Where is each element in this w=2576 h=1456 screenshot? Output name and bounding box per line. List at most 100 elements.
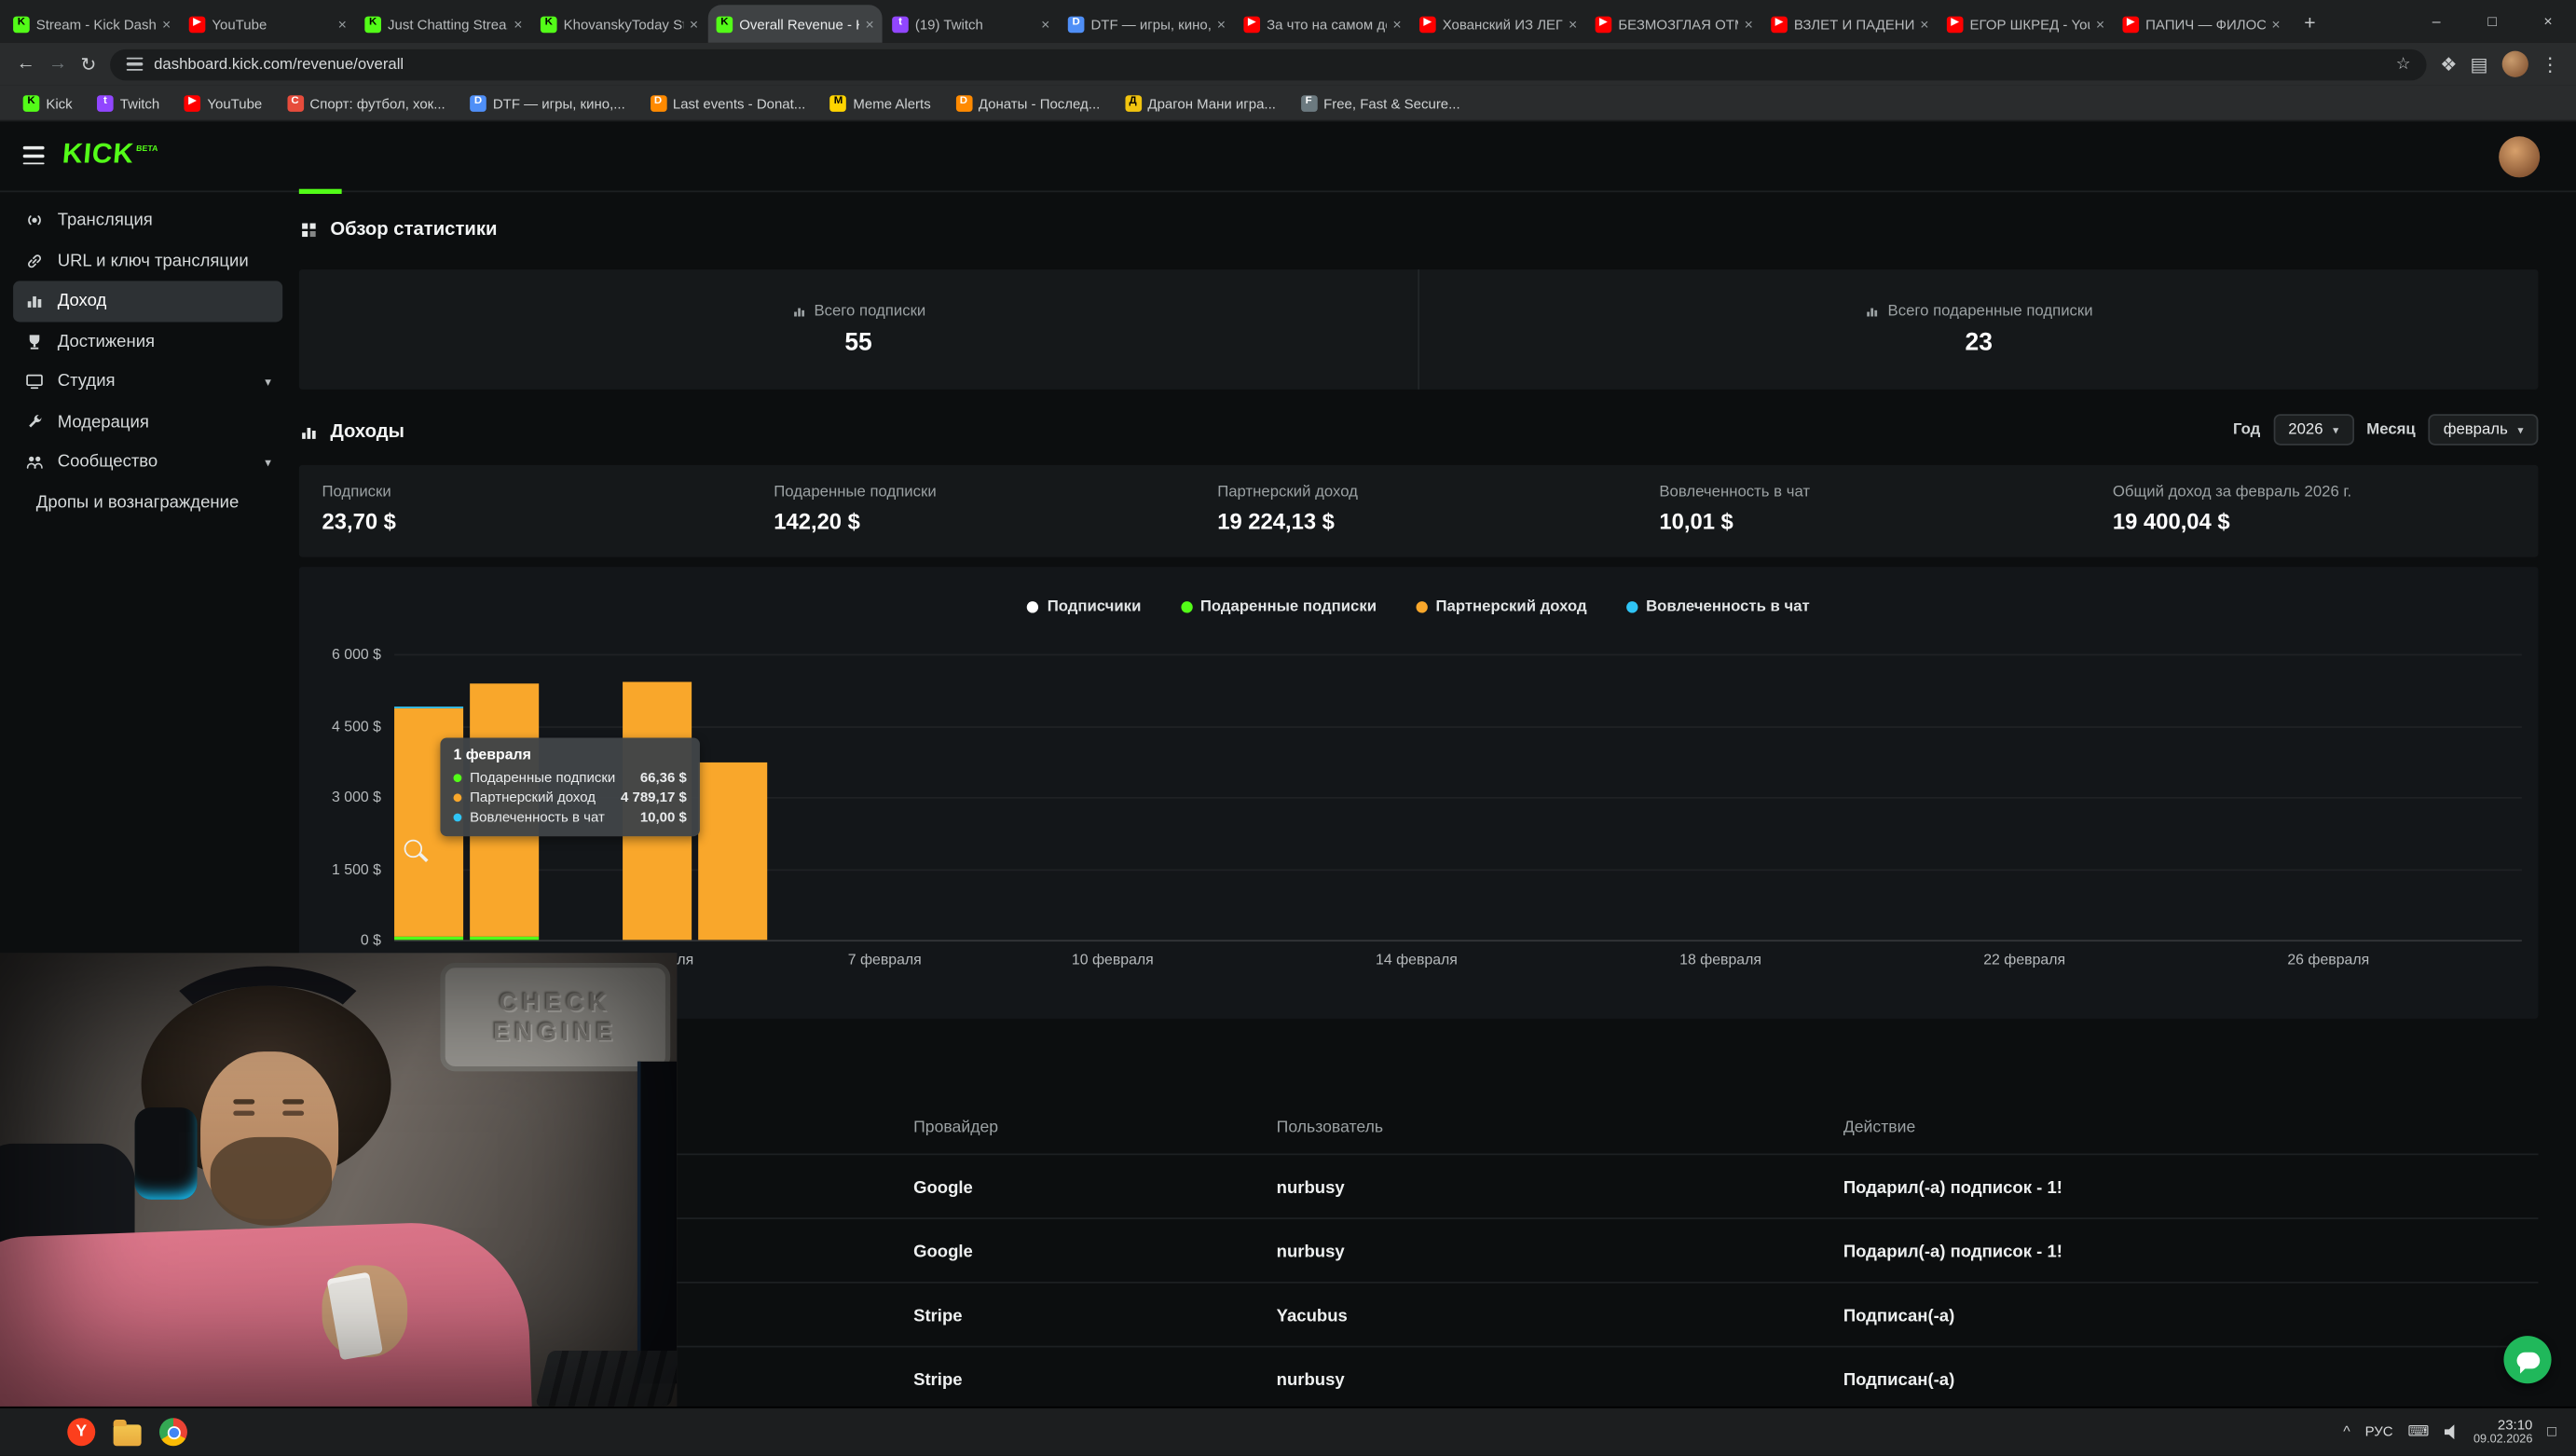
yandex-browser-icon[interactable]: Y: [67, 1418, 95, 1446]
table-cell: Подарил(-а) подписок - 1!: [1843, 1178, 2062, 1198]
extensions-icon[interactable]: ❖: [2440, 52, 2457, 76]
tab-close-icon[interactable]: ×: [162, 16, 171, 33]
browser-profile-avatar[interactable]: [2501, 51, 2528, 77]
forward-button[interactable]: →: [48, 54, 67, 74]
bookmark-item[interactable]: ДДрагон Мани игра...: [1115, 91, 1285, 115]
tab-close-icon[interactable]: ×: [1920, 16, 1928, 33]
chevron-down-icon: ▾: [2517, 423, 2523, 436]
legend-item[interactable]: Партнерский доход: [1416, 598, 1586, 616]
chat-widget-button[interactable]: [2503, 1336, 2551, 1383]
legend-item[interactable]: Вовлеченность в чат: [1626, 598, 1810, 616]
address-bar[interactable]: dashboard.kick.com/revenue/overall ☆: [109, 48, 2427, 79]
kick-logo[interactable]: KICKBETA: [61, 138, 158, 171]
tab-close-icon[interactable]: ×: [514, 16, 522, 33]
tab-close-icon[interactable]: ×: [1041, 16, 1049, 33]
bookmark-item[interactable]: DDTF — игры, кино,...: [460, 91, 636, 115]
chart-bar[interactable]: [471, 936, 540, 940]
browser-tab[interactable]: ▶Хованский ИЗ ЛЕГ...×: [1411, 5, 1585, 43]
browser-menu-icon[interactable]: ⋮: [2541, 52, 2559, 76]
tab-close-icon[interactable]: ×: [1392, 16, 1401, 33]
reload-button[interactable]: ↻: [80, 52, 96, 76]
browser-tab[interactable]: t(19) Twitch×: [884, 5, 1058, 43]
sidebar-item[interactable]: Трансляция: [13, 200, 282, 240]
browser-tab[interactable]: ▶ЕГОР ШКРЕД - You...×: [1939, 5, 2113, 43]
legend-item[interactable]: Подаренные подписки: [1181, 598, 1377, 616]
side-panel-icon[interactable]: ▤: [2471, 52, 2488, 76]
tab-title: DTF — игры, кино, ...: [1090, 16, 1210, 33]
shield-favicon: F: [1300, 94, 1317, 111]
tab-close-icon[interactable]: ×: [338, 16, 347, 33]
tray-expand-icon[interactable]: ^: [2343, 1423, 2350, 1440]
bookmark-item[interactable]: F Free, Fast & Secure...: [1291, 91, 1470, 115]
revenue-section-title: Доходы: [299, 422, 404, 442]
x-axis-label: 18 февраля: [1679, 952, 1761, 968]
minimize-icon[interactable]: –: [2408, 0, 2464, 43]
bookmark-label: Free, Fast & Secure...: [1323, 94, 1460, 111]
x-axis-label: 22 февраля: [1983, 952, 2065, 968]
browser-tab[interactable]: DDTF — игры, кино, ...×: [1060, 5, 1234, 43]
month-select[interactable]: февраль ▾: [2429, 414, 2539, 445]
browser-tab[interactable]: KOverall Revenue - K...×: [708, 5, 883, 43]
language-indicator[interactable]: РУС: [2365, 1423, 2393, 1440]
taskbar-clock[interactable]: 23:10 09.02.2026: [2473, 1417, 2532, 1448]
tab-close-icon[interactable]: ×: [1745, 16, 1753, 33]
table-header: Действие: [1843, 1119, 1916, 1136]
browser-tab[interactable]: ▶ВЗЛЕТ И ПАДЕНИ...×: [1762, 5, 1937, 43]
legend-item[interactable]: Подписчики: [1028, 598, 1142, 616]
maximize-icon[interactable]: □: [2464, 0, 2520, 43]
keyboard-icon[interactable]: ⌨: [2407, 1423, 2429, 1441]
bookmark-item[interactable]: DДонаты - Послед...: [946, 91, 1110, 115]
bookmark-label: DTF — игры, кино,...: [493, 94, 625, 111]
tab-close-icon[interactable]: ×: [866, 16, 874, 33]
back-button[interactable]: ←: [17, 54, 35, 74]
tab-close-icon[interactable]: ×: [1569, 16, 1577, 33]
sidebar-item[interactable]: Достижения: [13, 322, 282, 362]
legend-label: Подписчики: [1048, 598, 1142, 616]
sidebar-item[interactable]: URL и ключ трансляции: [13, 240, 282, 281]
browser-tab[interactable]: ▶БЕЗМОЗГЛАЯ ОТМ...×: [1587, 5, 1761, 43]
sidebar-item[interactable]: Сообщество▾: [13, 442, 282, 482]
chart-bar[interactable]: [394, 706, 463, 708]
file-explorer-icon[interactable]: [114, 1423, 142, 1445]
bookmark-item[interactable]: ▶YouTube: [174, 91, 272, 115]
chrome-icon[interactable]: [159, 1418, 187, 1446]
browser-tab[interactable]: ▶ПАПИЧ — ФИЛОСО...×: [2115, 5, 2289, 43]
browser-tab[interactable]: ▶За что на самом де...×: [1236, 5, 1410, 43]
tab-close-icon[interactable]: ×: [2096, 16, 2104, 33]
dashboard-header: KICKBETA: [0, 121, 2576, 192]
x-axis-label: 14 февраля: [1376, 952, 1458, 968]
sidebar-item[interactable]: Доход: [13, 281, 282, 321]
speaker-icon[interactable]: [2444, 1424, 2459, 1439]
year-select[interactable]: 2026 ▾: [2273, 414, 2353, 445]
sidebar-item-label: Студия: [58, 372, 116, 391]
notifications-icon[interactable]: □: [2547, 1423, 2556, 1440]
bookmark-item[interactable]: tTwitch: [88, 91, 170, 115]
revenue-chart: 1 февраля Подаренные подписки66,36 $Парт…: [299, 567, 2539, 1019]
chart-bar[interactable]: [394, 937, 463, 940]
sidebar-item[interactable]: Дропы и вознаграждение: [13, 482, 282, 522]
tab-title: ПАПИЧ — ФИЛОСО...: [2145, 16, 2265, 33]
chart-bar[interactable]: [698, 762, 767, 940]
y-axis-label: 6 000 $: [308, 646, 381, 663]
bookmark-item[interactable]: MMeme Alerts: [820, 91, 940, 115]
browser-tab[interactable]: KKhovanskyToday St...×: [532, 5, 706, 43]
hamburger-menu-icon[interactable]: [23, 146, 45, 165]
close-icon[interactable]: ×: [2520, 0, 2576, 43]
bookmark-item[interactable]: DLast events - Donat...: [640, 91, 815, 115]
browser-tab[interactable]: ▶YouTube×: [181, 5, 355, 43]
bookmark-item[interactable]: KKick: [13, 91, 82, 115]
bookmark-item[interactable]: ССпорт: футбол, хок...: [277, 91, 455, 115]
bookmark-star-icon[interactable]: ☆: [2396, 55, 2411, 73]
browser-tab[interactable]: KJust Chatting Strea...×: [357, 5, 531, 43]
new-tab-button[interactable]: +: [2295, 8, 2325, 38]
browser-tab[interactable]: KStream - Kick Dash...×: [5, 5, 179, 43]
tab-close-icon[interactable]: ×: [690, 16, 698, 33]
user-avatar[interactable]: [2499, 136, 2540, 177]
sidebar-item[interactable]: Студия▾: [13, 362, 282, 402]
tab-close-icon[interactable]: ×: [1217, 16, 1226, 33]
site-info-icon[interactable]: [126, 58, 143, 71]
sidebar-item[interactable]: Модерация: [13, 402, 282, 442]
windows-start-button[interactable]: [21, 1418, 49, 1446]
tab-close-icon[interactable]: ×: [2271, 16, 2280, 33]
webcam-overlay: CHECK ENGINE: [0, 953, 677, 1407]
